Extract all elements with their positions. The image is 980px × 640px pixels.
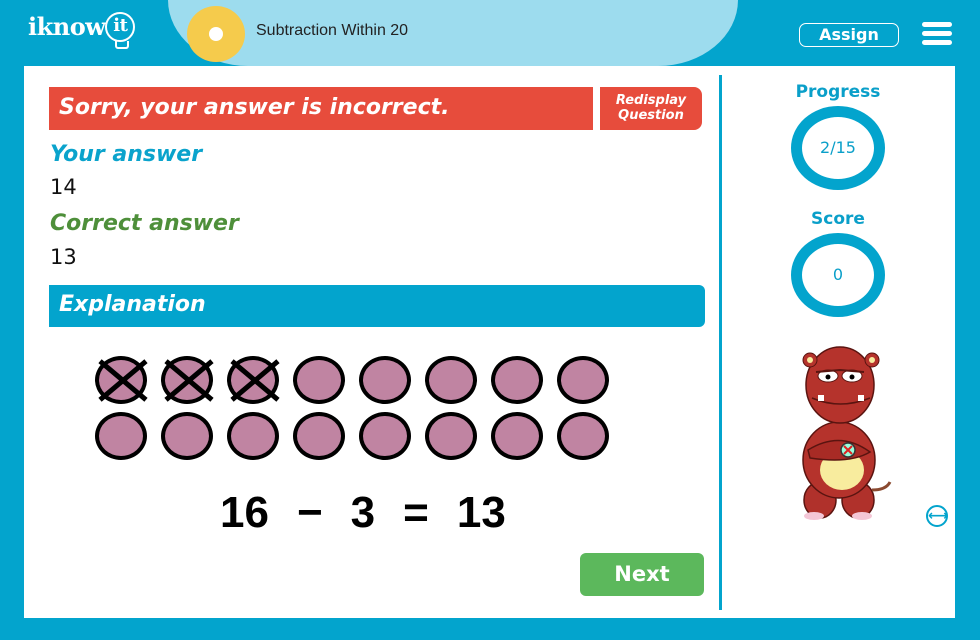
- counter: [425, 412, 477, 460]
- correct-answer-value: 13: [50, 245, 77, 269]
- topic-title: Subtraction Within 20: [256, 22, 409, 39]
- equation-minuend: 16: [220, 488, 269, 537]
- counter: [359, 356, 411, 404]
- score-label: Score: [811, 209, 865, 229]
- panel-divider: [719, 75, 722, 610]
- logo-text: iknow: [28, 12, 106, 41]
- counter: [95, 412, 147, 460]
- counter: [557, 356, 609, 404]
- counter: [491, 412, 543, 460]
- equation-result: 13: [456, 488, 506, 537]
- assign-button[interactable]: Assign: [799, 23, 899, 47]
- hamburger-menu-icon[interactable]: [922, 22, 952, 46]
- monster-mascot-icon: [802, 346, 892, 520]
- equation-subtrahend: 3: [350, 488, 376, 537]
- header-band: [168, 0, 738, 66]
- counter-row: [95, 412, 665, 460]
- your-answer-label: Your answer: [50, 142, 203, 167]
- equation: 16−3 = 13: [220, 488, 534, 538]
- counter: [557, 412, 609, 460]
- progress-value: 2/15: [820, 138, 856, 157]
- explanation-header: Explanation: [49, 285, 705, 327]
- counter: [227, 412, 279, 460]
- counter: [359, 412, 411, 460]
- counter: [161, 412, 213, 460]
- equation-equals: =: [403, 488, 429, 537]
- counter: [425, 356, 477, 404]
- counter-crossed-out: [95, 356, 147, 404]
- counter-crossed-out: [161, 356, 213, 404]
- correct-answer-label: Correct answer: [50, 211, 239, 236]
- topic-sun-icon: [187, 6, 245, 62]
- iknowit-logo[interactable]: iknow it: [28, 11, 136, 49]
- next-button[interactable]: Next: [580, 553, 704, 596]
- counter-crossed-out: [227, 356, 279, 404]
- score-ring: 0: [791, 233, 885, 317]
- counter-row: [95, 356, 665, 404]
- counter: [293, 412, 345, 460]
- counter: [293, 356, 345, 404]
- redisplay-question-button[interactable]: Redisplay Question: [600, 87, 702, 130]
- progress-ring: 2/15: [791, 106, 885, 190]
- counter-grid: [95, 356, 665, 468]
- counter: [491, 356, 543, 404]
- lightbulb-icon: it: [105, 11, 136, 49]
- your-answer-value: 14: [50, 175, 77, 199]
- swap-arrows-icon[interactable]: ⟷: [926, 505, 948, 527]
- incorrect-banner: Sorry, your answer is incorrect.: [49, 87, 593, 130]
- progress-label: Progress: [795, 82, 881, 102]
- score-value: 0: [832, 265, 844, 284]
- equation-operator: −: [296, 488, 323, 537]
